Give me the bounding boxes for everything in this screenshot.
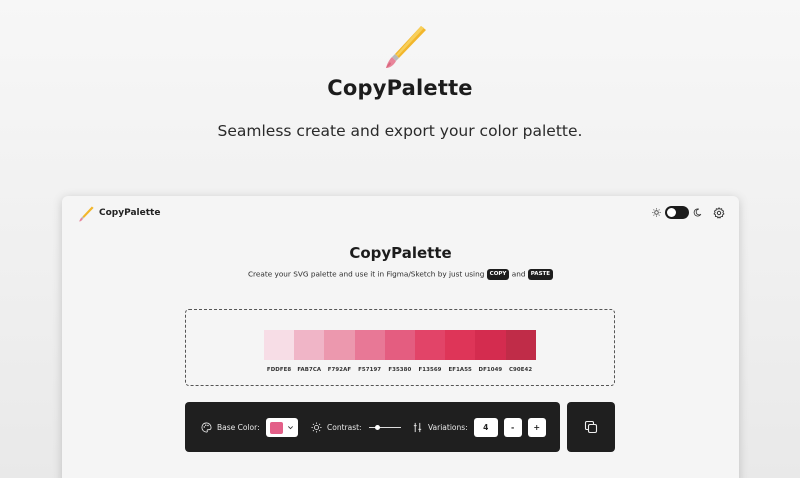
contrast-slider-track [368, 426, 401, 428]
contrast-slider-thumb[interactable] [375, 424, 381, 430]
hex-label: FDDFE8 [266, 367, 292, 373]
variations-label: Variations: [428, 423, 468, 432]
base-color-picker[interactable] [265, 418, 298, 437]
palette-swatch[interactable] [445, 330, 476, 360]
palette-swatch[interactable] [324, 330, 355, 360]
sliders-icon [413, 422, 422, 433]
sun-icon [652, 208, 661, 217]
chevron-down-icon [287, 426, 293, 430]
palette-swatch[interactable] [354, 330, 385, 360]
gear-icon[interactable] [713, 207, 725, 219]
hex-label: DF1049 [478, 367, 503, 373]
hex-label: EF1A55 [448, 367, 472, 373]
palette-swatch[interactable] [414, 330, 446, 360]
base-color-control: Base Color: [201, 418, 298, 437]
contrast-control: Contrast: [311, 422, 401, 433]
theme-toggle-knob [667, 208, 676, 217]
paintbrush-icon [386, 26, 426, 68]
brightness-icon [311, 422, 322, 433]
app-header-name: CopyPalette [99, 208, 161, 218]
app-window: CopyPalette CopyPalette Create your SVG … [62, 196, 739, 478]
palette-swatch[interactable] [294, 330, 325, 360]
palette-preview[interactable]: FDDFE8 FAB7CA F792AF F57197 F35380 F13569 EF1A… [185, 309, 615, 386]
paste-key-badge: PASTE [527, 269, 554, 280]
hex-label: FAB7CA [297, 367, 322, 373]
decrement-button[interactable]: - [503, 418, 522, 437]
hex-label: F35380 [388, 367, 412, 373]
hex-label: F57197 [358, 367, 382, 373]
hex-label: F792AF [327, 367, 352, 373]
palette-icon [201, 422, 212, 433]
hero-title: CopyPalette [327, 76, 473, 100]
moon-icon [693, 208, 702, 217]
increment-button[interactable]: + [527, 418, 546, 437]
app-description: Create your SVG palette and use it in Fi… [62, 269, 739, 280]
palette-swatch[interactable] [264, 330, 295, 360]
palette-swatch[interactable] [475, 330, 506, 360]
app-description-text: Create your SVG palette and use it in Fi… [247, 269, 485, 279]
theme-switch [652, 206, 702, 219]
palette-swatch[interactable] [505, 330, 536, 360]
controls-bar: Base Color: Contrast: Variations: 4 - + [185, 402, 560, 452]
paintbrush-icon [79, 206, 94, 222]
contrast-slider[interactable] [368, 423, 401, 433]
hex-label: F13569 [418, 367, 442, 373]
app-title: CopyPalette [349, 244, 452, 262]
copy-button[interactable] [567, 402, 615, 452]
variations-control: Variations: 4 - + [412, 418, 546, 437]
hero-subtitle: Seamless create and export your color pa… [217, 122, 583, 140]
copy-icon [584, 420, 598, 434]
and-text: and [511, 269, 526, 279]
theme-toggle[interactable] [665, 206, 689, 219]
contrast-label: Contrast: [327, 423, 362, 432]
hex-label: C90E42 [508, 367, 533, 373]
copy-key-badge: COPY [486, 269, 510, 280]
variations-input[interactable]: 4 [473, 418, 498, 437]
base-color-label: Base Color: [217, 423, 260, 432]
palette-swatch[interactable] [384, 330, 415, 360]
swatch-row [264, 330, 536, 360]
base-color-swatch [269, 421, 283, 434]
hex-label-row: FDDFE8 FAB7CA F792AF F57197 F35380 F13569 EF1A… [264, 367, 536, 373]
